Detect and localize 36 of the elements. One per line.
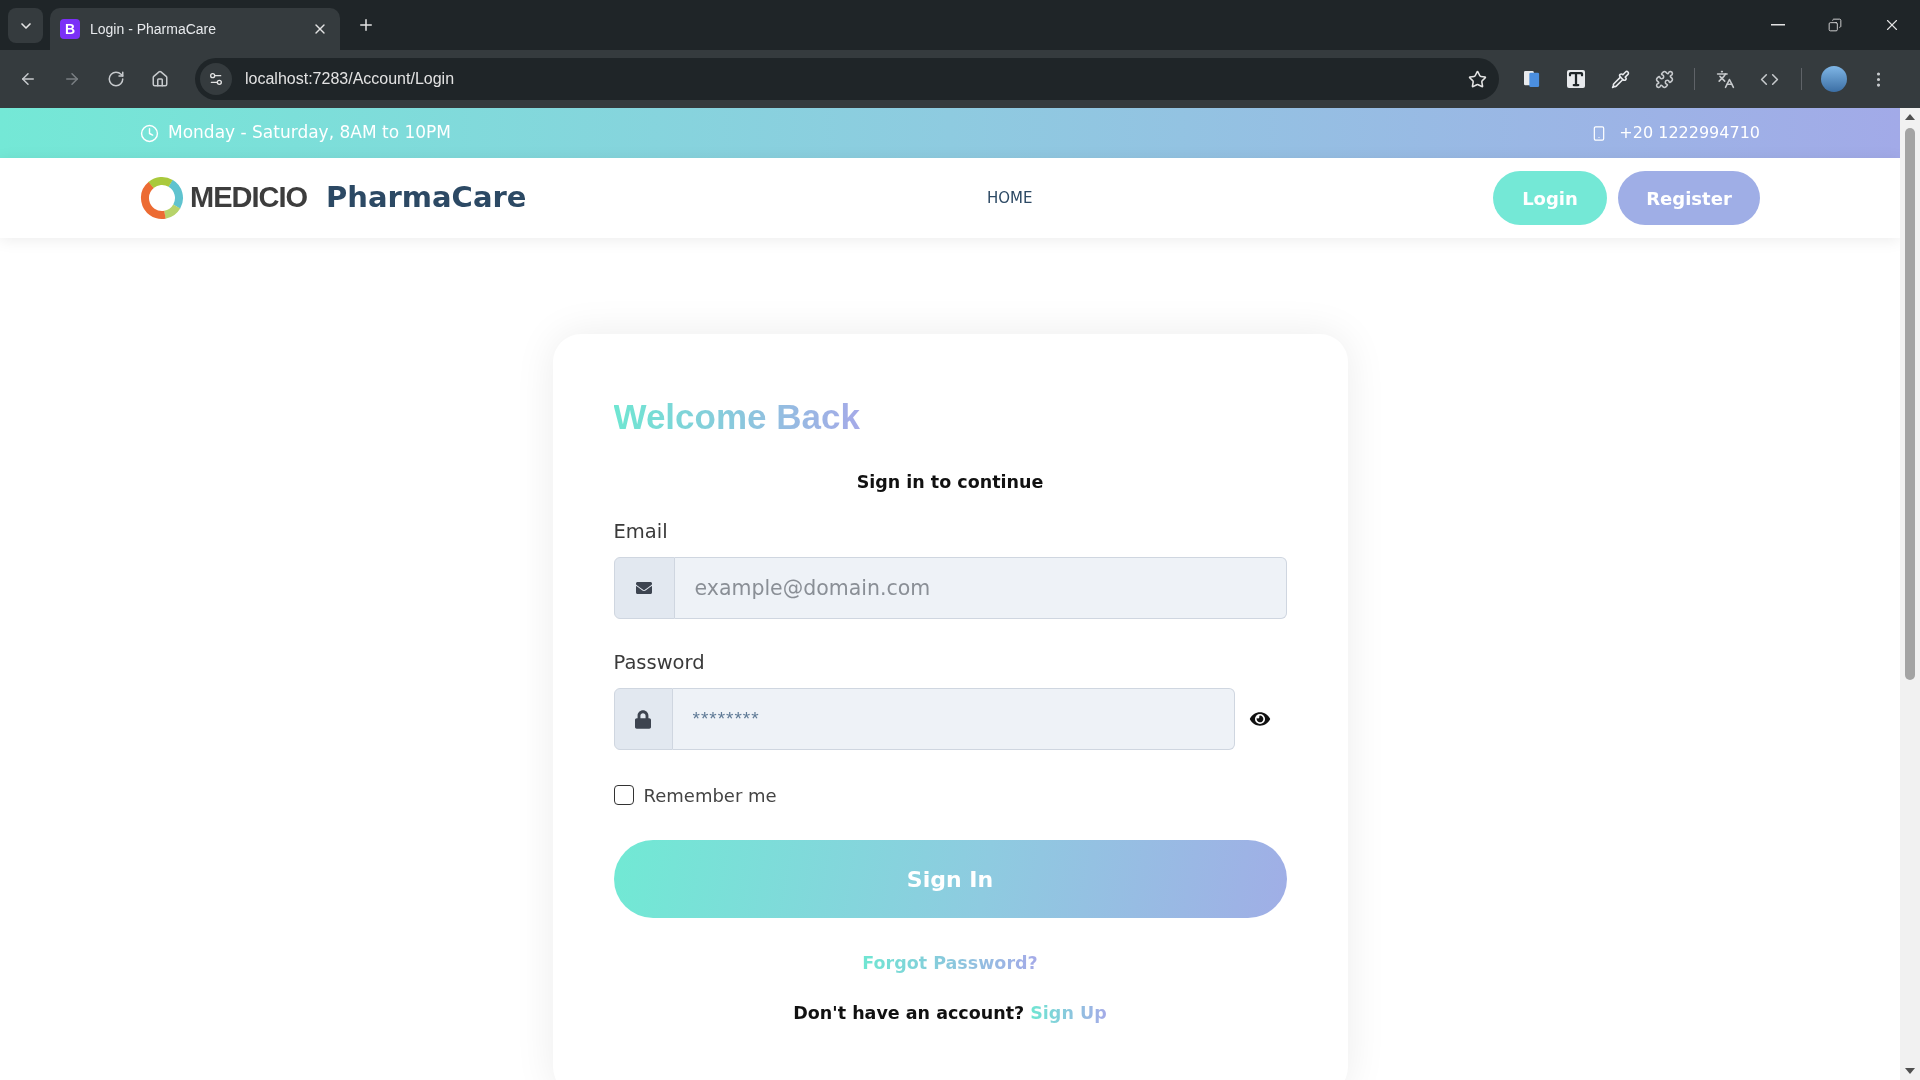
eye-icon[interactable] (1248, 710, 1271, 728)
arrow-down-icon[interactable] (1905, 1068, 1915, 1074)
browser-tab[interactable]: B Login - PharmaCare (50, 8, 340, 50)
password-field[interactable]: ******** (672, 688, 1235, 750)
reload-icon (107, 70, 125, 88)
arrow-up-icon[interactable] (1905, 114, 1915, 120)
minimize-icon (1770, 24, 1785, 26)
star-icon[interactable] (1468, 69, 1487, 89)
envelope-icon (613, 557, 675, 619)
subtitle: Sign in to continue (856, 471, 1044, 494)
logo-icon (141, 177, 183, 219)
scrollbar[interactable] (1900, 108, 1920, 1080)
field-label: Password (613, 651, 705, 675)
back-icon (19, 70, 37, 88)
phone-number: +20 1222994710 (1619, 122, 1760, 144)
field-label: Email (613, 520, 668, 544)
plus-icon (357, 16, 375, 34)
clock-icon (140, 123, 159, 143)
avatar-icon[interactable] (1821, 66, 1847, 92)
favicon: B (60, 19, 80, 39)
opening-hours: Monday - Saturday, 8AM to 10PM (168, 121, 451, 145)
brand-name[interactable]: PharmaCare (326, 176, 527, 220)
checkbox[interactable] (613, 785, 634, 805)
address-bar[interactable]: localhost:7283/Account/Login (195, 58, 1499, 100)
logo-wordmark[interactable]: MEDICIO (190, 176, 308, 220)
signup-prompt: Don't have an account? Sign Up (793, 1002, 1107, 1025)
restore-icon (1827, 18, 1842, 32)
email-field[interactable]: example@domain.com (674, 557, 1287, 619)
site-settings-icon[interactable] (200, 63, 232, 95)
scrollbar-thumb[interactable] (1905, 128, 1915, 680)
remember-label: Remember me (643, 783, 777, 808)
lock-icon (613, 688, 673, 750)
home-icon (151, 70, 169, 88)
forward-icon (63, 70, 81, 88)
nav-link[interactable]: HOME (986, 186, 1033, 210)
tab-list-button[interactable] (8, 8, 43, 43)
